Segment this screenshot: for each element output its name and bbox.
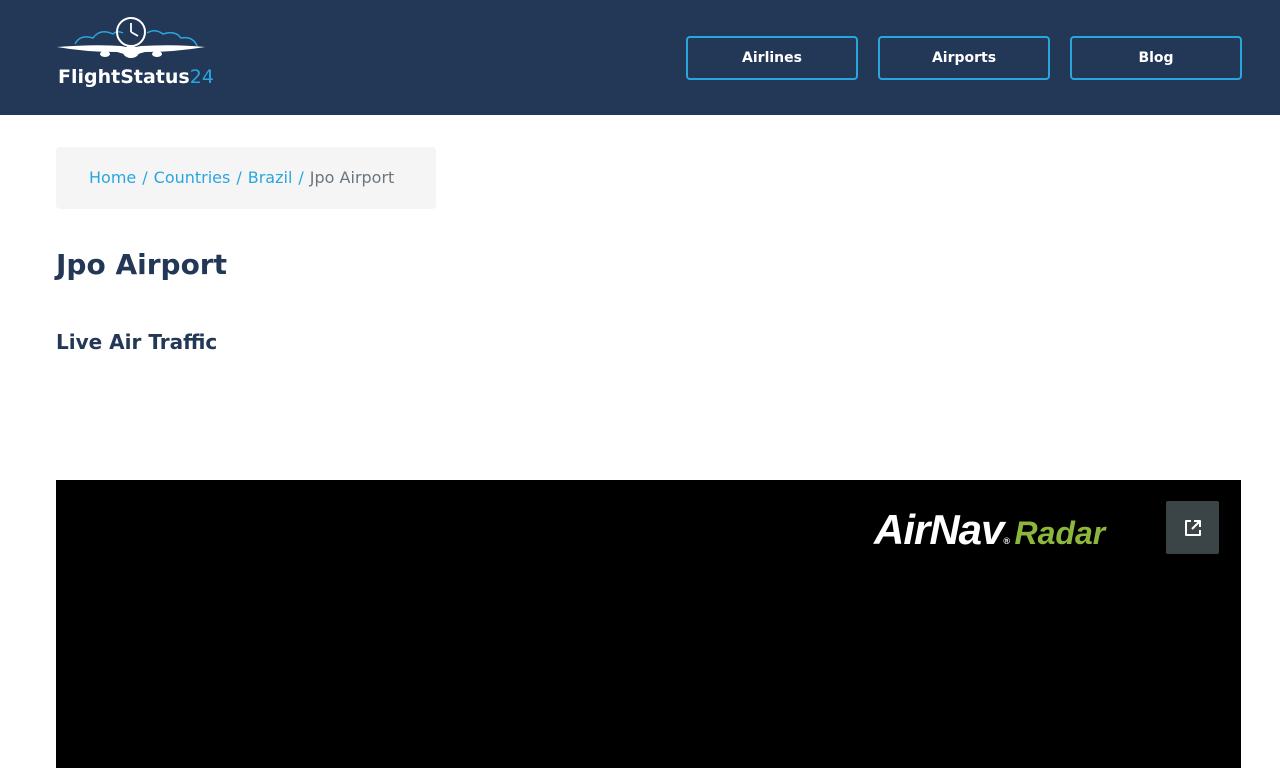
open-external-button[interactable] xyxy=(1166,501,1219,554)
breadcrumb: Home / Countries / Brazil / Jpo Airport xyxy=(56,147,436,209)
nav-airports-button[interactable]: Airports xyxy=(878,36,1050,80)
live-radar-map[interactable]: AirNav® Radar xyxy=(56,480,1241,768)
site-header: FlightStatus24 Airlines Airports Blog xyxy=(0,0,1280,115)
section-title-live-air-traffic: Live Air Traffic xyxy=(56,330,218,354)
airnav-logo-main: AirNav xyxy=(874,506,1004,553)
airplane-clock-logo-icon xyxy=(57,17,205,58)
breadcrumb-current: Jpo Airport xyxy=(309,168,395,187)
nav-airlines-button[interactable]: Airlines xyxy=(686,36,858,80)
breadcrumb-separator: / xyxy=(298,168,304,187)
airnav-logo-registered: ® xyxy=(1003,536,1011,546)
nav-blog-button[interactable]: Blog xyxy=(1070,36,1242,80)
airnav-logo-radar: Radar xyxy=(1014,515,1106,551)
external-link-icon xyxy=(1185,520,1201,536)
breadcrumb-separator: / xyxy=(142,168,148,187)
site-logo-text: FlightStatus24 xyxy=(58,66,214,88)
page-title: Jpo Airport xyxy=(56,248,227,281)
site-logo[interactable]: FlightStatus24 xyxy=(55,14,215,94)
breadcrumb-home-link[interactable]: Home xyxy=(89,168,136,187)
breadcrumb-countries-link[interactable]: Countries xyxy=(154,168,231,187)
airnav-radar-logo[interactable]: AirNav® Radar xyxy=(874,506,1105,554)
breadcrumb-brazil-link[interactable]: Brazil xyxy=(248,168,293,187)
breadcrumb-separator: / xyxy=(236,168,242,187)
